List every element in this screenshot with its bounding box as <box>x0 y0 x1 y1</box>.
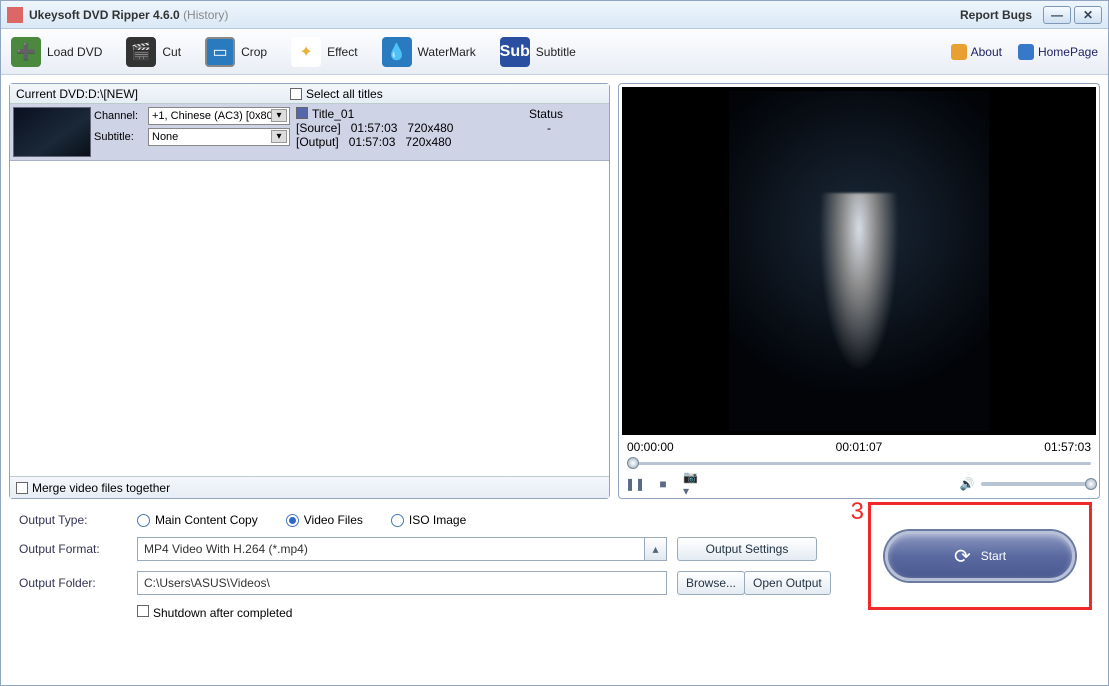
cut-button[interactable]: 🎬Cut <box>126 37 181 67</box>
crop-icon: ▭ <box>205 37 235 67</box>
annotation-number: 3 <box>851 498 864 526</box>
radio-video-files[interactable]: Video Files <box>286 513 363 527</box>
app-logo-icon <box>7 7 23 23</box>
merge-checkbox[interactable]: Merge video files together <box>10 476 609 498</box>
radio-iso-image[interactable]: ISO Image <box>391 513 466 527</box>
watermark-button[interactable]: 💧WaterMark <box>382 37 476 67</box>
time-current: 00:01:07 <box>836 440 883 454</box>
pause-button[interactable]: ❚❚ <box>627 476 643 492</box>
effect-button[interactable]: ✦Effect <box>291 37 357 67</box>
title-row[interactable]: Channel:+1, Chinese (AC3) [0x80] Subtitl… <box>10 104 609 161</box>
titlebar: Ukeysoft DVD Ripper 4.6.0 (History) Repo… <box>1 1 1108 29</box>
about-icon <box>951 44 967 60</box>
channel-label: Channel: <box>94 110 148 122</box>
report-bugs-link[interactable]: Report Bugs <box>960 8 1032 22</box>
minimize-button[interactable]: — <box>1043 6 1071 24</box>
output-format-label: Output Format: <box>19 542 137 556</box>
format-dropdown-button[interactable]: ▴ <box>645 537 667 561</box>
status-value: - <box>547 121 551 135</box>
cut-icon: 🎬 <box>126 37 156 67</box>
open-output-button[interactable]: Open Output <box>744 571 831 595</box>
watermark-icon: 💧 <box>382 37 412 67</box>
browse-button[interactable]: Browse... <box>677 571 745 595</box>
title-thumbnail <box>13 107 91 157</box>
start-button[interactable]: ⟳ Start <box>885 531 1075 581</box>
title-checkbox[interactable] <box>296 107 308 119</box>
shutdown-checkbox[interactable]: Shutdown after completed <box>137 605 292 620</box>
source-panel: Current DVD:D:\[NEW] Select all titles C… <box>9 83 610 499</box>
time-start: 00:00:00 <box>627 440 674 454</box>
radio-main-content[interactable]: Main Content Copy <box>137 513 258 527</box>
stop-button[interactable]: ■ <box>655 476 671 492</box>
seek-slider[interactable] <box>627 456 1091 470</box>
subtitle-label: Subtitle: <box>94 131 148 143</box>
homepage-link[interactable]: HomePage <box>1018 44 1098 60</box>
preview-panel: 00:00:00 00:01:07 01:57:03 ❚❚ ■ 📷▾ 🔊 <box>618 83 1100 499</box>
subtitle-button[interactable]: SubSubtitle <box>500 37 576 67</box>
preview-video <box>622 87 1096 435</box>
volume-slider[interactable] <box>981 482 1091 486</box>
dvd-icon: ➕ <box>11 37 41 67</box>
output-type-label: Output Type: <box>19 513 137 527</box>
crop-button[interactable]: ▭Crop <box>205 37 267 67</box>
snapshot-button[interactable]: 📷▾ <box>683 476 699 492</box>
subtitle-icon: Sub <box>500 37 530 67</box>
output-settings-button[interactable]: Output Settings <box>677 537 817 561</box>
annotation-box: ⟳ Start <box>868 502 1092 610</box>
close-button[interactable]: ✕ <box>1074 6 1102 24</box>
time-end: 01:57:03 <box>1044 440 1091 454</box>
output-format-field[interactable]: MP4 Video With H.264 (*.mp4) <box>137 537 645 561</box>
channel-select[interactable]: +1, Chinese (AC3) [0x80] <box>148 107 290 125</box>
about-link[interactable]: About <box>951 44 1002 60</box>
effect-icon: ✦ <box>291 37 321 67</box>
load-dvd-button[interactable]: ➕Load DVD <box>11 37 102 67</box>
toolbar: ➕Load DVD 🎬Cut ▭Crop ✦Effect 💧WaterMark … <box>1 29 1108 75</box>
output-folder-field[interactable]: C:\Users\ASUS\Videos\ <box>137 571 667 595</box>
select-all-checkbox[interactable]: Select all titles <box>290 87 383 101</box>
volume-icon[interactable]: 🔊 <box>959 476 975 492</box>
status-header: Status <box>529 107 563 121</box>
refresh-icon: ⟳ <box>954 544 971 569</box>
title-name: Title_01 <box>312 107 354 121</box>
home-icon <box>1018 44 1034 60</box>
output-folder-label: Output Folder: <box>19 576 137 590</box>
current-dvd-label: Current DVD:D:\[NEW] <box>10 87 290 101</box>
app-title: Ukeysoft DVD Ripper 4.6.0 (History) <box>29 8 228 22</box>
subtitle-select[interactable]: None <box>148 128 290 146</box>
